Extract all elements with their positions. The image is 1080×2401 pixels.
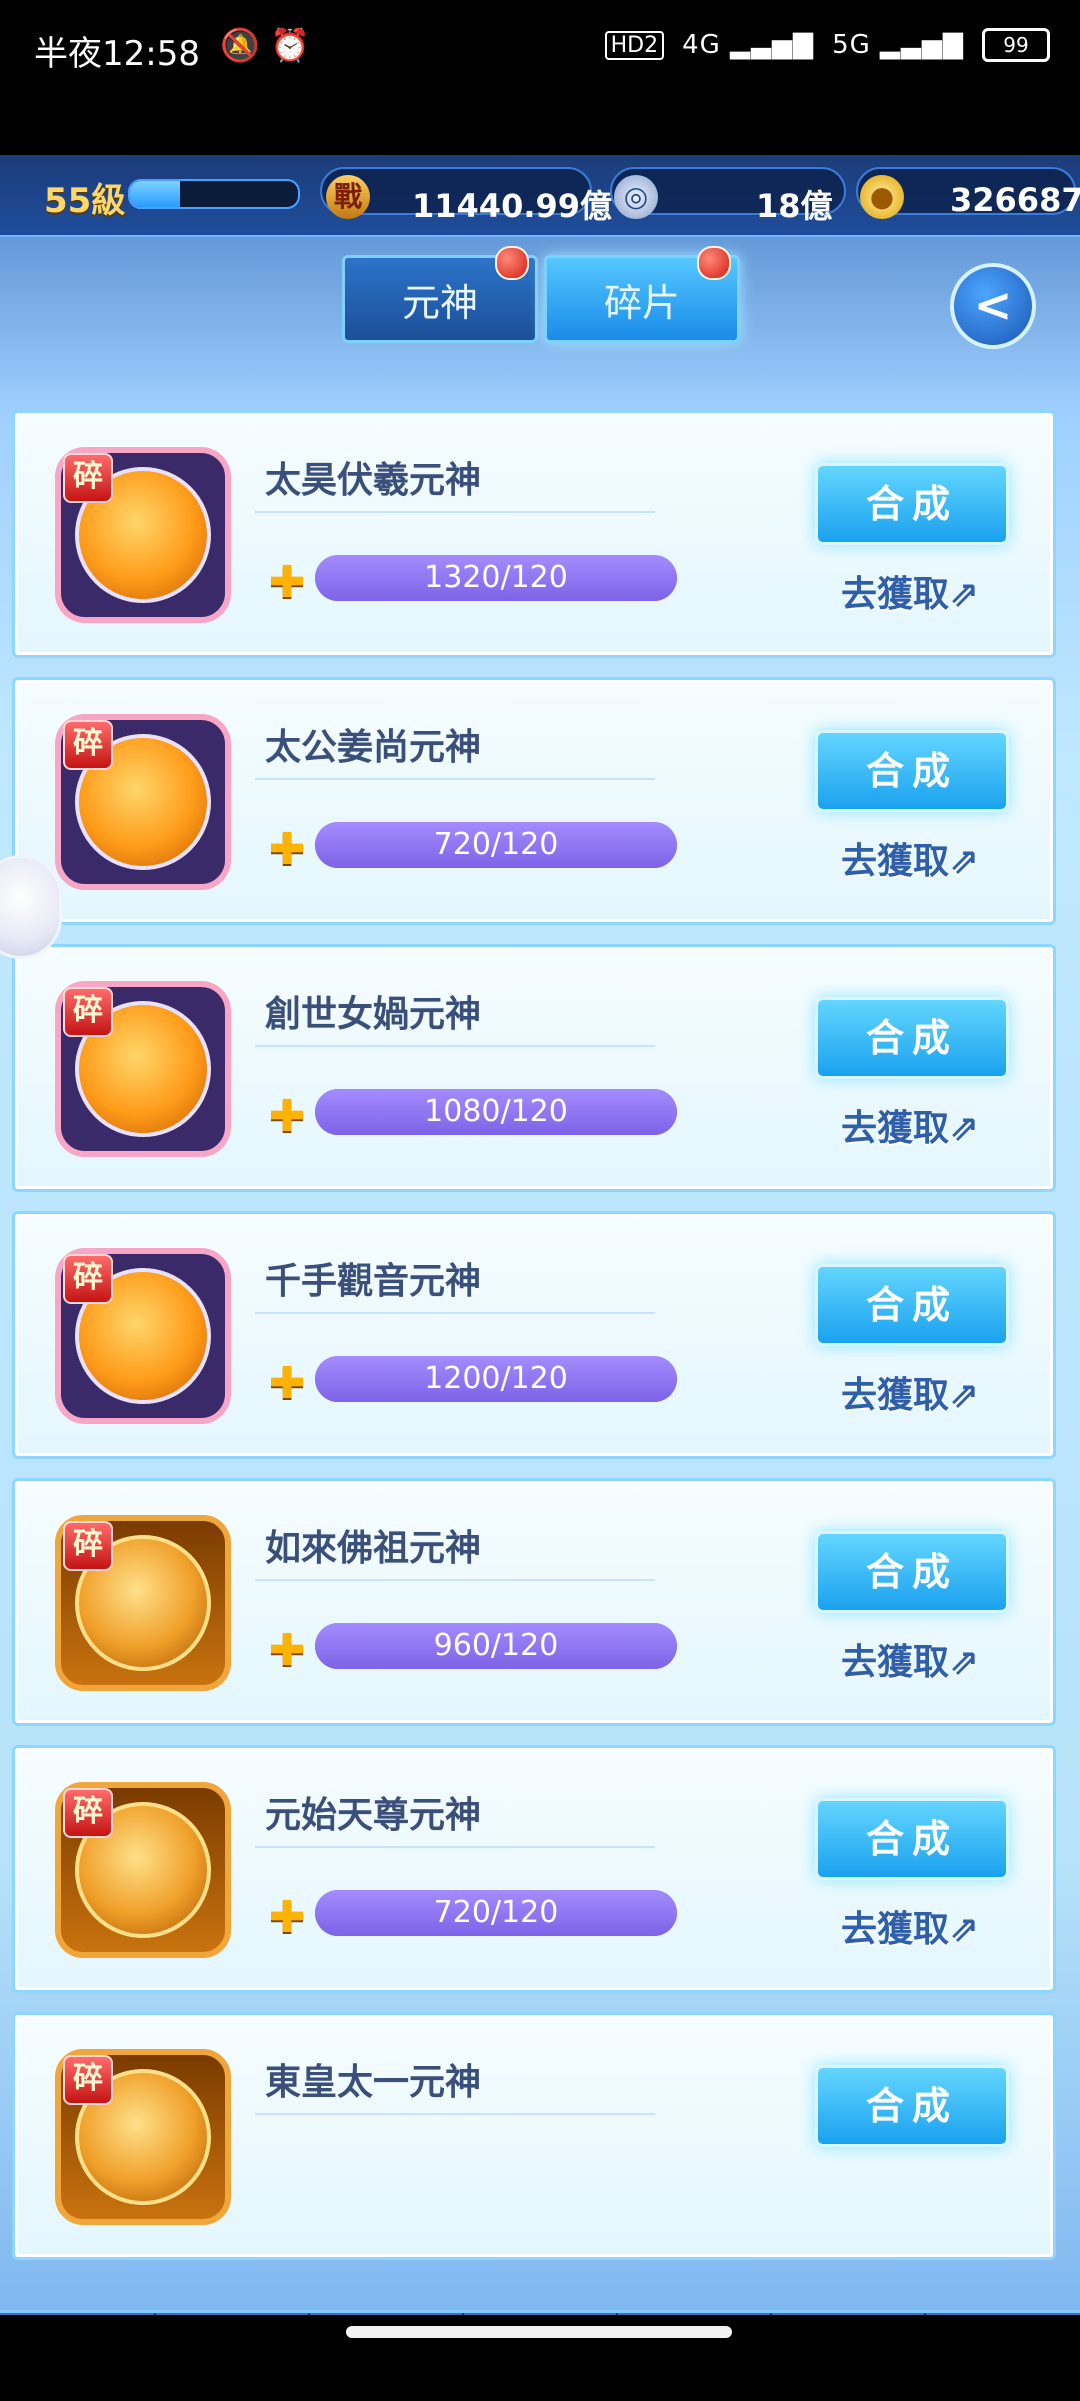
shard-card: 碎 東皇太一元神 合成: [12, 2012, 1056, 2260]
shard-badge: 碎: [63, 987, 113, 1037]
divider: [255, 2113, 655, 2115]
shard-badge: 碎: [63, 1788, 113, 1838]
battery-icon: 99: [982, 28, 1050, 62]
synthesize-button[interactable]: 合成: [815, 997, 1009, 1079]
progress-text: 1080/120: [424, 1094, 568, 1129]
notification-dot: [495, 246, 529, 280]
shard-name: 元始天尊元神: [265, 1795, 482, 1836]
silver-chip[interactable]: ◎ 18億: [610, 167, 846, 225]
obtain-link[interactable]: 去獲取⇗: [841, 1633, 979, 1685]
synthesize-button[interactable]: 合成: [815, 730, 1009, 812]
hd-icon: HD2: [604, 30, 665, 60]
progress-bar: 1200/120: [315, 1356, 677, 1402]
progress-bar: 720/120: [315, 1890, 677, 1936]
status-time: 半夜12:58: [34, 34, 200, 74]
shard-name: 如來佛祖元神: [265, 1528, 482, 1569]
notification-dot: [697, 246, 731, 280]
progress-text: 720/120: [433, 1895, 559, 1930]
shard-card: 碎 太公姜尚元神 ✚ 720/120 合成 去獲取⇗: [12, 677, 1056, 925]
progress-bar: 1080/120: [315, 1089, 677, 1135]
tab-yuanshen[interactable]: 元神: [342, 246, 538, 343]
shard-name: 創世女媧元神: [265, 994, 482, 1035]
progress-text: 1320/120: [424, 560, 568, 595]
divider: [255, 778, 655, 780]
progress-text: 1200/120: [424, 1361, 568, 1396]
divider: [255, 1312, 655, 1314]
puzzle-icon: ✚: [268, 557, 306, 608]
obtain-link[interactable]: 去獲取⇗: [841, 1900, 979, 1952]
progress-text: 960/120: [433, 1628, 559, 1663]
progress-bar: 960/120: [315, 1623, 677, 1669]
battle-power-icon: 戰: [326, 175, 370, 219]
power-value: 11440.99億: [412, 187, 613, 225]
divider: [255, 1045, 655, 1047]
shard-name: 太公姜尚元神: [265, 727, 482, 768]
shard-card: 碎 如來佛祖元神 ✚ 960/120 合成 去獲取⇗: [12, 1478, 1056, 1726]
shard-badge: 碎: [63, 2055, 113, 2105]
obtain-link[interactable]: 去獲取⇗: [841, 1366, 979, 1418]
tab-label: 碎片: [603, 280, 680, 325]
progress-text: 720/120: [433, 827, 559, 862]
tab-label: 元神: [401, 280, 478, 325]
xp-bar: [128, 179, 300, 209]
puzzle-icon: ✚: [268, 1358, 306, 1409]
coin-icon: ◎: [614, 175, 658, 219]
shard-card: 碎 創世女媧元神 ✚ 1080/120 合成 去獲取⇗: [12, 944, 1056, 1192]
home-indicator[interactable]: [346, 2326, 732, 2338]
shard-badge: 碎: [63, 453, 113, 503]
progress-bar: 1320/120: [315, 555, 677, 601]
shard-name: 千手觀音元神: [265, 1261, 482, 1302]
resource-bar: 55級 戰 11440.99億 ◎ 18億 ● 326687: [0, 155, 1080, 237]
shard-badge: 碎: [63, 1521, 113, 1571]
gold-chip[interactable]: ● 326687: [856, 167, 1080, 219]
silver-value: 18億: [756, 187, 833, 225]
shard-name: 太昊伏羲元神: [265, 460, 482, 501]
synthesize-button[interactable]: 合成: [815, 1531, 1009, 1613]
tab-shards[interactable]: 碎片: [544, 246, 740, 343]
gold-value: 326687: [950, 181, 1080, 219]
shard-badge: 碎: [63, 1254, 113, 1304]
puzzle-icon: ✚: [268, 1892, 306, 1943]
power-chip[interactable]: 戰 11440.99億: [320, 167, 612, 225]
shard-card: 碎 元始天尊元神 ✚ 720/120 合成 去獲取⇗: [12, 1745, 1056, 1993]
synthesize-button[interactable]: 合成: [815, 1264, 1009, 1346]
divider: [255, 1579, 655, 1581]
shard-badge: 碎: [63, 720, 113, 770]
obtain-link[interactable]: 去獲取⇗: [841, 832, 979, 884]
obtain-link[interactable]: 去獲取⇗: [841, 1099, 979, 1151]
mascot-icon[interactable]: [0, 855, 62, 959]
puzzle-icon: ✚: [268, 1625, 306, 1676]
signal-4g-icon: 4G ▂▃▅▇: [682, 30, 815, 60]
synthesize-button[interactable]: 合成: [815, 1798, 1009, 1880]
status-bar: 半夜12:58 🔕 ⏰ HD2 4G ▂▃▅▇ 5G ▂▃▅▇ 99: [0, 0, 1080, 155]
signal-5g-icon: 5G ▂▃▅▇: [832, 30, 964, 60]
back-button[interactable]: <: [950, 263, 1036, 349]
status-icons: 🔕 ⏰: [220, 26, 310, 64]
puzzle-icon: ✚: [268, 824, 306, 875]
divider: [255, 1846, 655, 1848]
obtain-link[interactable]: 去獲取⇗: [841, 565, 979, 617]
shard-card: 碎 太昊伏羲元神 ✚ 1320/120 合成 去獲取⇗: [12, 410, 1056, 658]
puzzle-icon: ✚: [268, 1091, 306, 1142]
game-screen: 55級 戰 11440.99億 ◎ 18億 ● 326687 元神 碎片 < 碎…: [0, 155, 1080, 2315]
divider: [255, 511, 655, 513]
gold-ingot-icon: ●: [860, 175, 904, 219]
status-right: HD2 4G ▂▃▅▇ 5G ▂▃▅▇ 99: [604, 28, 1050, 62]
shard-name: 東皇太一元神: [265, 2062, 482, 2103]
player-level: 55級: [44, 181, 126, 221]
progress-bar: 720/120: [315, 822, 677, 868]
synthesize-button[interactable]: 合成: [815, 2065, 1009, 2147]
synthesize-button[interactable]: 合成: [815, 463, 1009, 545]
xp-bar-fill: [130, 181, 181, 207]
shard-card: 碎 千手觀音元神 ✚ 1200/120 合成 去獲取⇗: [12, 1211, 1056, 1459]
